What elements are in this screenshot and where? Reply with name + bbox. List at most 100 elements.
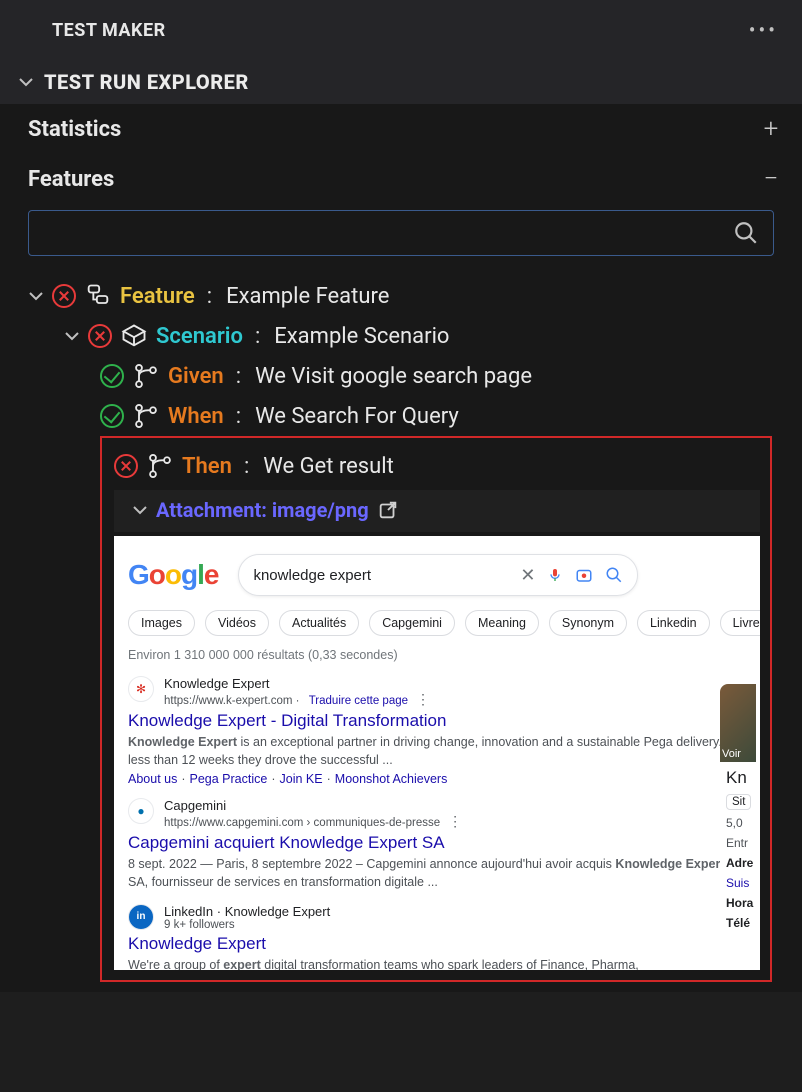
colon: :	[236, 364, 241, 389]
colon: :	[236, 404, 241, 429]
rating: 5,0	[726, 816, 760, 830]
result-snippet: We're a group of expert digital transfor…	[128, 956, 746, 971]
google-chips: Images Vidéos Actualités Capgemini Meani…	[114, 604, 760, 646]
result-title[interactable]: Capgemini acquiert Knowledge Expert SA	[128, 830, 746, 855]
result-snippet: 8 sept. 2022 — Paris, 8 septembre 2022 –…	[128, 855, 746, 891]
step-text: We Search For Query	[255, 404, 459, 429]
step-then-node[interactable]: Then : We Get result	[114, 446, 760, 486]
favicon: ✻	[128, 676, 154, 702]
collapse-features-button[interactable]: −	[758, 164, 784, 194]
step-given-node[interactable]: Given : We Visit google search page	[28, 356, 792, 396]
result-sublinks: About us·Pega Practice·Join KE·Moonshot …	[128, 769, 746, 786]
features-title: Features	[28, 167, 114, 192]
feature-name: Example Feature	[226, 284, 389, 309]
microphone-icon[interactable]	[547, 567, 563, 583]
section-title: TEST RUN EXPLORER	[44, 70, 249, 94]
search-input[interactable]	[43, 224, 733, 242]
result-2: ● Capgemini https://www.capgemini.com › …	[114, 794, 760, 899]
attachment-label: Attachment: image/png	[156, 498, 369, 522]
chip-videos[interactable]: Vidéos	[205, 610, 269, 636]
category: Entr	[726, 836, 760, 850]
attachment-row[interactable]: Attachment: image/png	[114, 490, 760, 532]
result-site: Capgemini	[164, 798, 462, 813]
failed-step-container: Then : We Get result Attachment: image/p…	[100, 436, 772, 982]
chevron-down-icon	[28, 288, 44, 304]
result-site: Knowledge Expert	[164, 676, 430, 691]
scenario-icon	[120, 322, 148, 350]
expand-statistics-button[interactable]: +	[758, 114, 784, 144]
knowledge-panel-image[interactable]: Voir	[720, 684, 756, 762]
section-header[interactable]: TEST RUN EXPLORER	[0, 60, 802, 104]
status-pass-icon	[100, 404, 124, 428]
google-logo: Google	[128, 559, 218, 591]
scenario-name: Example Scenario	[274, 324, 449, 349]
knowledge-panel: Voir Kn Sit 5,0 Entr Adre Suis Hora Télé	[720, 684, 760, 954]
step-text: We Get result	[263, 454, 394, 479]
open-external-icon[interactable]	[377, 499, 399, 521]
titlebar: TEST MAKER •••	[0, 0, 802, 60]
lens-icon[interactable]	[575, 566, 593, 584]
knowledge-panel-title: Kn	[726, 768, 760, 788]
features-header[interactable]: Features −	[0, 154, 802, 204]
chip-synonym[interactable]: Synonym	[549, 610, 627, 636]
step-keyword: Given	[168, 364, 224, 389]
statistics-panel: Statistics +	[0, 104, 802, 154]
result-title[interactable]: Knowledge Expert - Digital Transformatio…	[128, 708, 746, 733]
chip-books[interactable]: Livres	[720, 610, 760, 636]
result-1: ✻ Knowledge Expert https://www.k-expert.…	[114, 672, 760, 794]
branch-icon	[132, 362, 160, 390]
search-box[interactable]	[28, 210, 774, 256]
result-3: in LinkedIn · Knowledge Expert 9 k+ foll…	[114, 900, 760, 971]
feature-icon	[84, 282, 112, 310]
statistics-title: Statistics	[28, 117, 121, 142]
chip-news[interactable]: Actualités	[279, 610, 359, 636]
favicon: ●	[128, 798, 154, 824]
scenario-keyword: Scenario	[156, 324, 243, 349]
result-site: LinkedIn · Knowledge Expert	[164, 904, 330, 919]
tree: Feature : Example Feature Scenario : Exa…	[0, 268, 802, 992]
statistics-header[interactable]: Statistics +	[0, 104, 802, 154]
chevron-down-icon	[18, 74, 34, 90]
status-pass-icon	[100, 364, 124, 388]
feature-keyword: Feature	[120, 284, 195, 309]
chip-capgemini[interactable]: Capgemini	[369, 610, 455, 636]
chip-linkedin[interactable]: Linkedin	[637, 610, 710, 636]
favicon: in	[128, 904, 154, 930]
features-panel: Features − Feature : Example Feature	[0, 154, 802, 992]
status-fail-icon	[52, 284, 76, 308]
chip-meaning[interactable]: Meaning	[465, 610, 539, 636]
colon: :	[255, 324, 260, 349]
scenario-node[interactable]: Scenario : Example Scenario	[28, 316, 792, 356]
attachment-screenshot: Google ✕ Images Vidéos Actualités Capgem…	[114, 536, 760, 970]
step-keyword: When	[168, 404, 224, 429]
step-when-node[interactable]: When : We Search For Query	[28, 396, 792, 436]
result-title[interactable]: Knowledge Expert	[128, 931, 746, 956]
website-button[interactable]: Sit	[726, 794, 751, 810]
kebab-icon[interactable]: ⋮	[416, 691, 430, 707]
kebab-icon[interactable]: ⋮	[448, 813, 462, 829]
status-fail-icon	[114, 454, 138, 478]
result-url: https://www.capgemini.com › communiques-…	[164, 813, 462, 830]
app-title: TEST MAKER	[52, 20, 166, 41]
result-url: https://www.k-expert.com · Traduire cett…	[164, 691, 430, 708]
google-search-box[interactable]: ✕	[238, 554, 638, 596]
search-icon	[733, 220, 759, 246]
more-icon[interactable]: •••	[749, 18, 778, 42]
feature-node[interactable]: Feature : Example Feature	[28, 276, 792, 316]
status-fail-icon	[88, 324, 112, 348]
chevron-down-icon	[132, 502, 148, 518]
chip-images[interactable]: Images	[128, 610, 195, 636]
result-snippet: Knowledge Expert is an exceptional partn…	[128, 733, 746, 769]
branch-icon	[146, 452, 174, 480]
branch-icon	[132, 402, 160, 430]
search-wrap	[0, 204, 802, 268]
step-text: We Visit google search page	[255, 364, 532, 389]
search-icon[interactable]	[605, 566, 623, 584]
colon: :	[244, 454, 249, 479]
google-search-input[interactable]	[253, 567, 508, 584]
step-keyword: Then	[182, 454, 232, 479]
result-url: 9 k+ followers	[164, 919, 330, 931]
clear-icon[interactable]: ✕	[520, 565, 535, 586]
result-stats: Environ 1 310 000 000 résultats (0,33 se…	[114, 646, 760, 672]
chevron-down-icon	[64, 328, 80, 344]
